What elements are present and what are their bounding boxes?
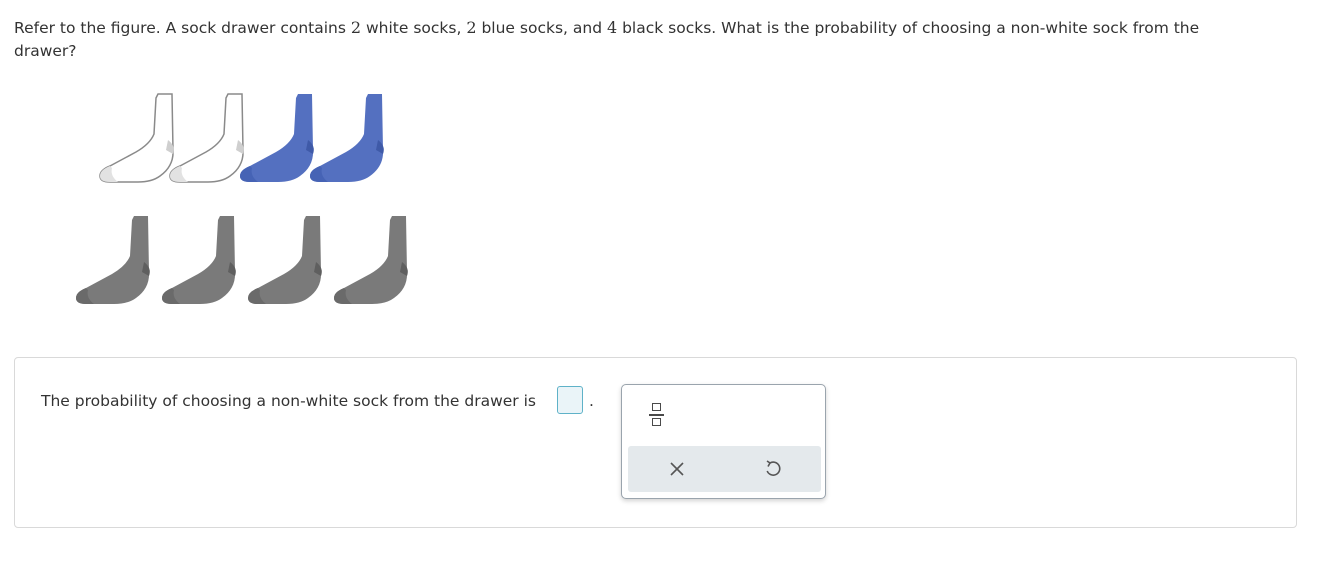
x-icon — [670, 462, 684, 476]
undo-icon — [766, 460, 781, 476]
black-count: 4 — [606, 18, 618, 37]
question-part-3: blue socks, and — [476, 19, 607, 37]
blue-sock — [240, 94, 314, 182]
white-sock — [169, 93, 244, 183]
black-sock — [76, 216, 150, 304]
black-sock — [162, 216, 236, 304]
blue-count: 2 — [466, 18, 477, 37]
question-part-2: white socks, — [361, 19, 467, 37]
fraction-button[interactable] — [648, 401, 668, 431]
clear-button[interactable] — [666, 458, 688, 480]
answer-prompt: The probability of choosing a non-white … — [41, 392, 536, 410]
black-sock — [248, 216, 322, 304]
answer-suffix: . — [589, 392, 594, 410]
toolbar-action-bar — [628, 446, 821, 492]
blue-sock — [310, 94, 384, 182]
black-sock — [334, 216, 408, 304]
answer-input[interactable] — [557, 386, 583, 414]
white-count: 2 — [350, 18, 362, 37]
white-sock — [99, 93, 174, 183]
sock-figure — [76, 93, 408, 304]
undo-button[interactable] — [762, 458, 784, 480]
math-toolbar — [621, 384, 826, 499]
answer-panel: The probability of choosing a non-white … — [14, 357, 1297, 528]
question-part-1: Refer to the figure. A sock drawer conta… — [14, 19, 351, 37]
question-text: Refer to the figure. A sock drawer conta… — [14, 16, 1264, 63]
